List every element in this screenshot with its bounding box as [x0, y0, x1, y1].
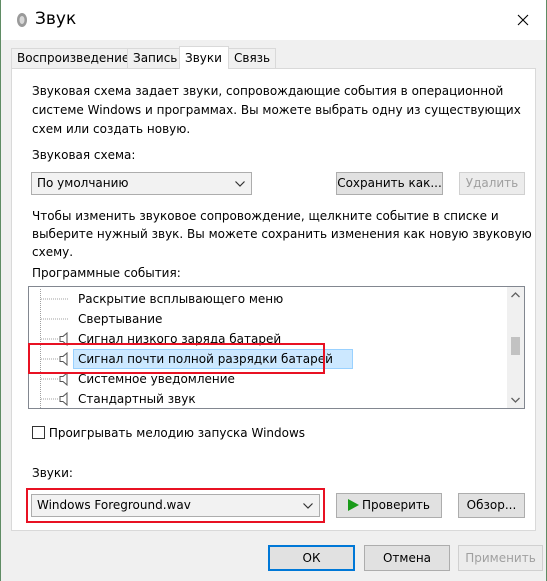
window-title: Звук [35, 9, 77, 29]
event-label: Свертывание [78, 312, 163, 326]
tab-recording[interactable]: Запись [127, 48, 180, 68]
scheme-select-value: По умолчанию [37, 176, 129, 190]
apply-button[interactable]: Применить [458, 545, 543, 571]
scheme-select[interactable]: По умолчанию [31, 172, 252, 195]
speaker-icon [59, 372, 68, 386]
tab-sounds[interactable]: Звуки [179, 46, 229, 69]
delete-button[interactable]: Удалить [459, 172, 525, 195]
chevron-down-icon [235, 173, 245, 194]
intro-text-line-2: системе Windows и программах. Вы можете … [32, 103, 521, 117]
scroll-down-icon[interactable] [507, 391, 524, 408]
intro-text-line-1: Звуковая схема задает звуки, сопровождаю… [32, 84, 504, 98]
ok-button[interactable]: ОК [268, 545, 355, 571]
test-button-label: Проверить [362, 498, 430, 512]
close-icon [517, 14, 529, 26]
close-button[interactable] [500, 0, 546, 40]
scroll-thumb[interactable] [511, 337, 520, 355]
sound-dialog: Звук Воспроизведение Запись Звуки Связь … [0, 0, 547, 581]
test-button[interactable]: Проверить [336, 493, 442, 518]
cancel-button[interactable]: Отмена [364, 545, 450, 571]
highlight-frame-sound-file [26, 488, 325, 523]
scheme-label: Звуковая схема: [32, 148, 136, 162]
tab-communications[interactable]: Связь [228, 48, 276, 68]
list-item[interactable]: Стандартный звук [29, 389, 507, 408]
list-scrollbar[interactable] [507, 287, 524, 408]
events-label: Программные события: [32, 266, 181, 280]
change-text-line-3: схему. [32, 245, 74, 259]
save-as-button[interactable]: Сохранить как... [336, 172, 443, 195]
sounds-label: Звуки: [32, 466, 73, 480]
intro-text-line-3: схем или создать новую. [32, 122, 191, 136]
title-bar: Звук [1, 0, 546, 40]
tree-connector [40, 309, 68, 329]
highlight-frame-event [28, 343, 325, 374]
scroll-up-icon[interactable] [507, 287, 524, 304]
tree-connector [40, 289, 68, 309]
change-text-line-2: выберите нужный звук. Вы можете сохранит… [32, 227, 532, 241]
startup-checkbox-row[interactable]: Проигрывать мелодию запуска Windows [32, 425, 305, 442]
speaker-app-icon [17, 13, 27, 27]
startup-checkbox[interactable] [32, 426, 45, 439]
browse-button[interactable]: Обзор... [458, 493, 525, 518]
list-item[interactable]: Свертывание [29, 309, 507, 329]
event-label: Раскрытие всплывающего меню [78, 292, 284, 306]
play-icon [348, 499, 360, 511]
list-item[interactable]: Раскрытие всплывающего меню [29, 289, 507, 309]
tab-playback[interactable]: Воспроизведение [11, 48, 129, 68]
speaker-icon [59, 392, 68, 406]
event-label: Стандартный звук [78, 392, 196, 406]
change-text-line-1: Чтобы изменить звуковое сопровождение, щ… [32, 209, 499, 223]
startup-checkbox-label: Проигрывать мелодию запуска Windows [48, 426, 306, 440]
